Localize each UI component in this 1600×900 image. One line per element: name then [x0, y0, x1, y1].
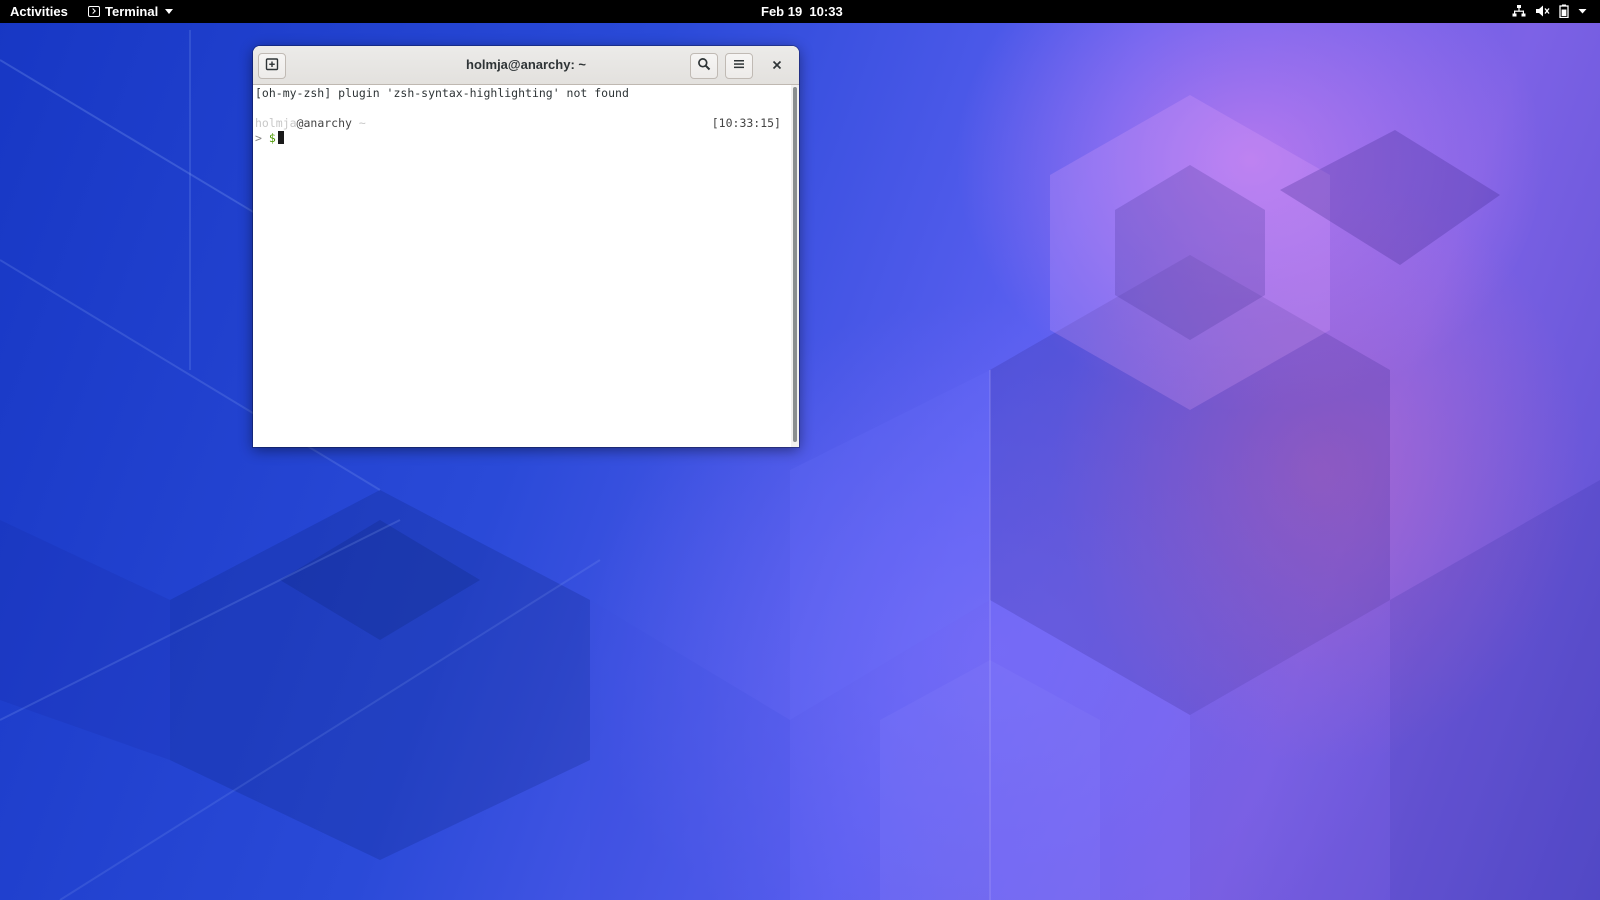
- terminal-app-icon: [88, 6, 100, 17]
- desktop-wallpaper: [0, 0, 1600, 900]
- prompt-timestamp: [10:33:15]: [711, 116, 781, 130]
- wallpaper-geometry: [0, 30, 1600, 900]
- clock-button[interactable]: Feb 19 10:33: [761, 4, 843, 19]
- prompt-arrow: >: [255, 131, 262, 145]
- prompt-user: holmja: [255, 116, 297, 130]
- command-line[interactable]: > $: [255, 131, 284, 145]
- search-button[interactable]: [690, 53, 718, 79]
- scrollbar-thumb[interactable]: [793, 87, 797, 442]
- clock-time: 10:33: [809, 4, 843, 19]
- close-button[interactable]: [766, 55, 788, 77]
- prompt-directory: ~: [351, 116, 366, 130]
- app-menu-button[interactable]: Terminal: [88, 4, 174, 19]
- menu-button[interactable]: [725, 53, 753, 79]
- terminal-output[interactable]: [oh-my-zsh] plugin 'zsh-syntax-highlight…: [253, 85, 799, 447]
- text-cursor: [277, 131, 284, 144]
- prompt-host: @anarchy: [296, 116, 352, 130]
- search-icon: [697, 57, 711, 76]
- terminal-window[interactable]: holmja@anarchy: ~ [oh-my-zsh] plugin 'zs…: [253, 46, 799, 447]
- battery-icon: [1559, 4, 1569, 18]
- clock-date: Feb 19: [761, 4, 803, 19]
- activities-button[interactable]: Activities: [10, 4, 68, 19]
- hamburger-menu-icon: [733, 57, 745, 75]
- system-tray[interactable]: [1512, 4, 1587, 18]
- scrollbar[interactable]: [791, 85, 799, 447]
- system-menu-caret-icon: [1578, 4, 1587, 18]
- window-headerbar[interactable]: holmja@anarchy: ~: [253, 46, 799, 85]
- chevron-down-icon: [165, 9, 174, 14]
- audio-muted-icon: [1535, 4, 1550, 18]
- prompt-info-line: holmja@anarchy ~: [255, 116, 366, 130]
- prompt-symbol: $: [268, 131, 276, 145]
- top-bar: Activities Terminal Feb 19 10:33: [0, 0, 1600, 23]
- network-wired-icon: [1512, 4, 1526, 18]
- plugin-warning-line: [oh-my-zsh] plugin 'zsh-syntax-highlight…: [255, 86, 629, 100]
- app-menu-label: Terminal: [105, 4, 159, 19]
- close-icon: [772, 57, 782, 75]
